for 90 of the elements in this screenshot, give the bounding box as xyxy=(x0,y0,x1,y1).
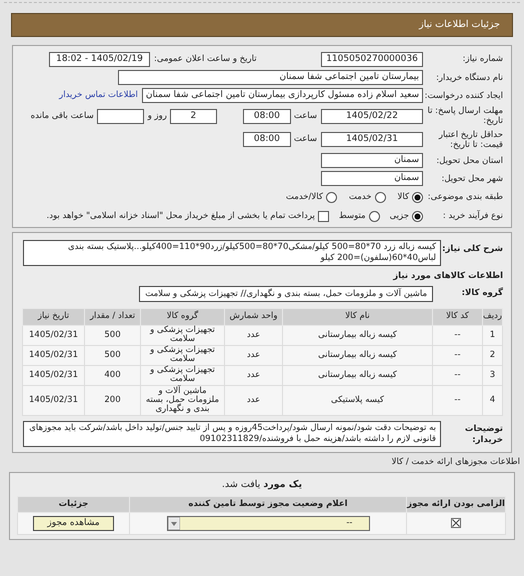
contact-link[interactable]: اطلاعات تماس خریدار xyxy=(59,89,138,102)
table-cell: 1405/02/31 xyxy=(22,385,84,416)
field-label: تاریخ و ساعت اعلان عمومی: xyxy=(154,52,257,66)
radio-button[interactable] xyxy=(326,192,337,202)
radio-label: جزیی xyxy=(390,210,409,222)
field-label: ایجاد کننده درخواست: xyxy=(424,90,503,100)
validity-time-field: 08:00 xyxy=(242,132,291,147)
requester-field: سعید اسلام زاده مسئول کارپردازی بیمارستان تامین اجتماعی شفا سمنان xyxy=(142,88,423,103)
province-field: سمنان xyxy=(321,153,423,168)
table-cell: 400 xyxy=(84,365,140,386)
column-header: واحد شمارش xyxy=(224,308,282,326)
column-header: گروه کالا xyxy=(140,308,224,326)
validity-date-field: 1405/02/31 xyxy=(321,132,423,147)
table-cell: عدد xyxy=(224,345,282,366)
field-label: طبقه بندی موضوعی: xyxy=(426,192,503,202)
table-cell: 2 xyxy=(482,345,502,366)
radio-button[interactable] xyxy=(412,192,423,202)
table-cell: عدد xyxy=(224,365,282,386)
days-field: 2 xyxy=(170,108,217,124)
column-header: تعداد / مقدار xyxy=(84,308,140,326)
column-header: ردیف xyxy=(482,308,502,326)
column-header: جزئیات xyxy=(18,496,130,512)
field-label: شرح کلی نیاز: xyxy=(441,243,503,255)
table-cell: کیسه زباله بیمارستانی xyxy=(282,345,432,366)
table-cell: تجهیزات پزشکی و سلامت xyxy=(140,325,224,346)
radio-label: کالا/خدمت xyxy=(286,190,323,204)
radio-button[interactable] xyxy=(374,192,386,202)
column-header: الزامی بودن ارائه مجوز xyxy=(406,496,506,512)
checkbox-label: پرداخت تمام یا بخشی از مبلغ خریداز محل "اسناد خزانه اسلامی" خواهد بود. xyxy=(46,210,315,222)
section-title: اطلاعات کالاهای مورد نیاز xyxy=(392,270,503,283)
table-cell: 1405/02/31 xyxy=(22,365,84,386)
group-box: ماشین آلات و ملزومات حمل، بسته بندی و نگهداری// تجهیزات پزشکی و سلامت xyxy=(139,286,433,302)
table-cell: عدد xyxy=(224,385,282,416)
field-label: حداقل تاریخ اعتبار قیمت: تا تاریخ: xyxy=(438,130,503,150)
description-box: کیسه زباله زرد 70*80=500 کیلو/مشکی70*80=500کیلو/زرد90*110=400کیلو...پلاستیک بسته بندی لباس40*60(سلفون)=200 کیلو xyxy=(23,240,441,266)
table-cell: ماشین آلات و ملزومات حمل، بسته بندی و نگهداری xyxy=(140,385,224,416)
table-cell: کیسه پلاستیکی xyxy=(282,385,432,416)
radio-label: متوسط xyxy=(338,210,366,222)
table-cell: -- xyxy=(432,325,482,346)
table-cell: 500 xyxy=(84,325,140,346)
table-cell: 200 xyxy=(84,385,140,416)
field-label: مهلت ارسال پاسخ: تا تاریخ: xyxy=(426,106,503,126)
field-label: گروه کالا: xyxy=(460,287,503,300)
view-license-button[interactable]: مشاهده مجوز xyxy=(33,516,114,531)
table-cell: 1405/02/31 xyxy=(22,345,84,366)
radio-label: کالا xyxy=(398,190,409,204)
column-header: تاریخ نیاز xyxy=(22,308,84,326)
remaining-label: ساعت باقی مانده xyxy=(30,110,94,122)
buyer-name-field: بیمارستان تامین اجتماعی شفا سمنان xyxy=(118,70,423,85)
column-header: اعلام وضعیت مجوز توسط تامین کننده xyxy=(130,496,406,512)
column-header: کد کالا xyxy=(432,308,482,326)
table-cell: -- xyxy=(432,365,482,386)
time-label: ساعت xyxy=(294,110,317,122)
table-cell: 500 xyxy=(84,345,140,366)
table-cell: 3 xyxy=(482,365,502,386)
time-label: ساعت xyxy=(294,133,317,146)
dropdown-arrow-icon xyxy=(168,516,180,530)
city-field: سمنان xyxy=(321,171,423,186)
table-cell: 4 xyxy=(482,385,502,416)
need-number-field: 1105050270000036 xyxy=(321,52,423,66)
field-label: استان محل تحویل: xyxy=(435,156,503,166)
header-bar: جزئیات اطلاعات نیاز xyxy=(11,13,513,37)
field-label: توضیحات خریدار: xyxy=(464,422,503,446)
table-cell: -- xyxy=(432,385,482,416)
field-label: نام دستگاه خریدار: xyxy=(435,72,503,82)
section-title: اطلاعات مجوزهای ارائه خدمت / کالا xyxy=(390,456,521,468)
table-cell: عدد xyxy=(224,325,282,346)
radio-button[interactable] xyxy=(368,210,380,222)
remaining-time-field xyxy=(96,108,144,124)
notes-box: به توضیحات دقت شود/نمونه ارسال شود/پرداخت45روزه و پس از تایید جنس/تولید داخل باشد/شرکت باید مجوزهای قانونی لازم را داشته باشد/هزینه حمل با فروشنده/09102311829 xyxy=(23,420,441,447)
field-label: نوع فرآیند خرید : xyxy=(442,211,503,221)
table-cell: تجهیزات پزشکی و سلامت xyxy=(140,365,224,386)
table-cell: کیسه زباله بیمارستانی xyxy=(282,325,432,346)
table-cell: کیسه زباله بیمارستانی xyxy=(282,365,432,386)
deadline-date-field: 1405/02/22 xyxy=(321,108,423,124)
deadline-time-field: 08:00 xyxy=(242,108,291,124)
table-cell: 1 xyxy=(482,325,502,346)
column-header: نام کالا xyxy=(282,308,432,326)
radio-button[interactable] xyxy=(412,210,423,222)
table-cell: -- xyxy=(432,345,482,366)
announce-date-field: 1405/02/19 - 18:02 xyxy=(49,52,150,66)
field-label: شماره نیاز: xyxy=(462,54,503,64)
result-count: یک مورد یافت شد. xyxy=(220,478,304,492)
field-label: شهر محل تحویل: xyxy=(440,174,503,184)
days-label: روز و xyxy=(148,110,167,122)
table-cell: تجهیزات پزشکی و سلامت xyxy=(140,345,224,366)
status-select[interactable]: -- xyxy=(166,516,370,531)
checkbox[interactable] xyxy=(318,210,329,222)
table-cell: 1405/02/31 xyxy=(22,325,84,346)
radio-label: خدمت xyxy=(348,190,372,204)
